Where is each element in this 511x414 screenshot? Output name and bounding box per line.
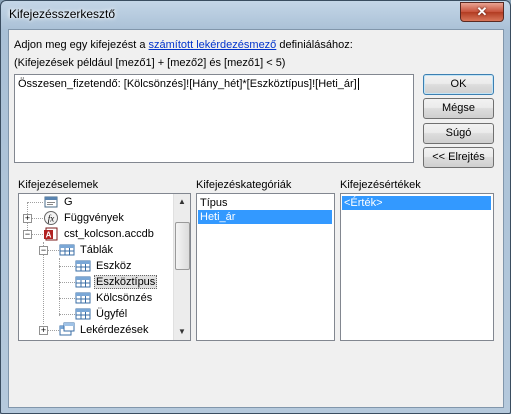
tree-scrollbar[interactable]: ▲ ▼ [173,194,190,340]
collapse-database-toggle[interactable]: − [23,230,32,239]
table-icon [75,292,91,304]
expand-queries-toggle[interactable]: + [39,326,48,335]
table-icon [75,276,91,288]
collapse-tables-toggle[interactable]: − [39,246,48,255]
description-suffix: definiálásához: [276,39,353,51]
categories-label: Kifejezéskategóriák [196,179,292,191]
tree-item-eszkoztipus[interactable]: Eszköztípus [75,274,158,290]
tree-line [27,202,43,203]
tree-line [59,314,75,315]
tree-line [31,234,43,235]
value-item-ertek[interactable]: <Érték> [342,196,491,210]
tree-item-ugyfel[interactable]: Ügyfél [75,306,129,322]
elements-label: Kifejezéselemek [18,179,99,191]
tree-item-g[interactable]: G [43,194,75,210]
tree-item-queries[interactable]: Lekérdezések [59,322,151,338]
values-list[interactable]: <Érték> [340,193,494,341]
category-item-tipus[interactable]: Típus [198,196,332,210]
dialog-body: Adjon meg egy kifejezést a számított lek… [8,29,504,408]
close-icon: ✕ [476,4,488,19]
tree-line [47,330,59,331]
window-title: Kifejezésszerkesztő [9,7,116,21]
values-label: Kifejezésértékek [340,179,421,191]
expand-functions-toggle[interactable]: + [23,214,32,223]
close-button[interactable]: ✕ [460,2,504,22]
table-icon [75,260,91,272]
table-icon [75,308,91,320]
description: Adjon meg egy kifejezést a számított lek… [14,36,353,72]
elements-tree[interactable]: + − − + G fx Függvények Acst_kolcson.accd… [18,193,191,341]
scroll-thumb[interactable] [175,222,190,270]
access-db-icon: A [44,227,58,241]
expression-input[interactable]: Összesen_fizetendő: [Kölcsönzés]![Hány_h… [14,74,414,163]
svg-text:A: A [46,231,52,240]
calculated-field-link[interactable]: számított lekérdezésmező [149,39,277,51]
expression-builder-window: Kifejezésszerkesztő ✕ Adjon meg egy kife… [0,0,511,414]
tree-item-kolcsonzes[interactable]: Kölcsönzés [75,290,154,306]
description-prefix: Adjon meg egy kifejezést a [14,39,149,51]
expression-text: Összesen_fizetendő: [Kölcsönzés]![Hány_h… [18,78,359,91]
tables-icon [59,244,75,256]
help-button[interactable]: Súgó [423,123,494,144]
title-bar[interactable]: Kifejezésszerkesztő ✕ [1,1,510,27]
queries-icon [59,322,75,336]
scroll-down-icon[interactable]: ▼ [174,324,190,340]
tree-line [59,282,75,283]
description-example: (Kifejezések például [mező1] + [mező2] é… [14,57,286,69]
text-caret [357,78,359,91]
tree-line [31,218,43,219]
ok-button[interactable]: OK [423,74,494,95]
tree-item-database[interactable]: Acst_kolcson.accdb [43,226,156,242]
function-icon: fx [44,211,58,225]
cancel-button[interactable]: Mégse [423,98,494,119]
svg-text:fx: fx [48,214,55,224]
scroll-up-icon[interactable]: ▲ [174,194,190,210]
tree-line [47,250,59,251]
form-icon [44,196,58,208]
category-item-heti-ar[interactable]: Heti_ár [198,210,332,224]
tree-item-tables[interactable]: Táblák [59,242,115,258]
tree-item-eszkoz[interactable]: Eszköz [75,258,133,274]
less-button[interactable]: << Elrejtés [423,147,494,168]
tree-line [59,298,75,299]
categories-list[interactable]: Típus Heti_ár [196,193,335,341]
tree-item-functions[interactable]: fx Függvények [43,210,126,226]
tree-line [59,266,75,267]
